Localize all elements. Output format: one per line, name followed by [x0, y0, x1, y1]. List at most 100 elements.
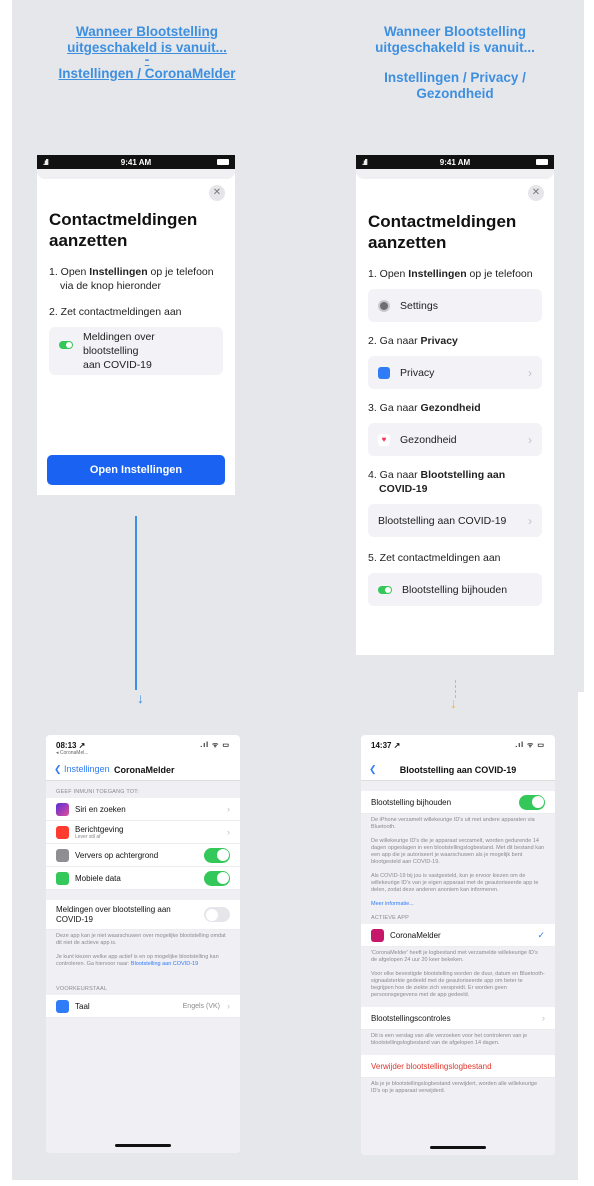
health-heart-icon: ♥	[378, 433, 390, 446]
exposure-note-1: Deze app kan je niet waarschuwen over mo…	[56, 933, 226, 946]
step-1-pre: 1. Open	[49, 266, 90, 278]
health-card[interactable]: ♥ Gezondheid ›	[368, 423, 542, 456]
background-refresh-toggle[interactable]	[204, 847, 230, 863]
nav-bar: ❮ Blootstelling aan COVID-19	[361, 759, 555, 781]
close-icon[interactable]: ✕	[209, 185, 225, 201]
chevron-right-icon: ›	[542, 1013, 545, 1023]
step-1-post: op je telefoon	[147, 266, 214, 278]
step-3-bold: Gezondheid	[420, 402, 481, 414]
open-settings-button[interactable]: Open Instellingen	[47, 455, 225, 485]
chevron-right-icon: ›	[528, 365, 532, 380]
antenna-icon	[56, 871, 69, 885]
section-header-access: GEEF INMUNI TOEGANG TOT:	[56, 789, 139, 795]
exposure-tracking-toggle[interactable]	[519, 794, 545, 810]
sheet-handle	[37, 169, 235, 179]
battery-icon	[536, 159, 548, 165]
status-time: 9:41 AM	[120, 158, 152, 167]
right-heading-line3: Instellingen / Privacy /	[384, 70, 526, 85]
exposure-toggle-card[interactable]: Meldingen over blootstelling aan COVID-1…	[49, 327, 223, 375]
sheet-title-line2: aanzetten	[368, 233, 447, 252]
step-5: 5. Zet contactmeldingen aan	[368, 552, 501, 564]
arrow-down-icon: ↓	[137, 690, 144, 706]
left-heading-line3: Instellingen / CoronaMelder	[58, 66, 236, 81]
exposure-settings-link[interactable]: Blootstelling aan COVID-19	[131, 961, 198, 967]
checkmark-icon: ✓	[537, 929, 545, 940]
right-heading-line4: Gezondheid	[416, 86, 494, 101]
corona-melder-settings-screen: 08:13 ↗ ◂ CoronaMel... .ıl ᯤ ▭ ❮ Instell…	[46, 735, 240, 1153]
exposure-settings-list: Blootstelling bijhouden De iPhone verzam…	[361, 781, 555, 1155]
status-time: 14:37 ↗	[371, 741, 401, 750]
active-app-info-2: Voor elke bevestigde blootstelling worde…	[371, 971, 545, 998]
row-notifications[interactable]: Berichtgeving Lever stil af ›	[46, 821, 240, 844]
home-indicator	[115, 1144, 171, 1147]
right-sheet-screen: .ıll 9:41 AM ✕ Contactmeldingen aanzette…	[356, 155, 554, 655]
settings-gear-icon	[378, 299, 390, 312]
page-background-cutout	[578, 692, 594, 1186]
privacy-card-label: Privacy	[400, 366, 435, 379]
toggle-icon	[59, 341, 73, 349]
step-1-bold: Instellingen	[89, 266, 148, 278]
row-notifications-label: Berichtgeving	[75, 824, 124, 834]
tracking-toggle-card[interactable]: Blootstelling bijhouden	[368, 573, 542, 606]
step-1-bold: Instellingen	[408, 268, 467, 280]
row-language[interactable]: Taal Engels (VK) ›	[46, 995, 240, 1018]
close-icon[interactable]: ✕	[528, 185, 544, 201]
row-notifications-sublabel: Lever stil af	[75, 833, 101, 840]
more-info-container: Meer informatie...	[361, 898, 555, 912]
exposure-notification-settings-screen: 14:37 ↗ .ıl ᯤ ▭ ❮ Blootstelling aan COVI…	[361, 735, 555, 1155]
status-indicators: .ıl ᯤ ▭	[515, 742, 545, 749]
mobile-data-toggle[interactable]	[204, 870, 230, 886]
step-4-pre: 4. Ga naar	[368, 469, 421, 481]
row-siri-label: Siri en zoeken	[75, 804, 126, 814]
battery-icon	[217, 159, 229, 165]
exposure-note-2: Je kunt kiezen welke app actief is en op…	[46, 951, 240, 972]
row-background-refresh[interactable]: Ververs op achtergrond	[46, 844, 240, 867]
sheet-handle	[356, 169, 554, 179]
chevron-right-icon: ›	[528, 432, 532, 447]
active-app-info-1: 'CoronaMelder' heeft je logbestand met v…	[371, 950, 538, 963]
row-siri[interactable]: Siri en zoeken ›	[46, 798, 240, 821]
nav-title: Blootstelling aan COVID-19	[399, 765, 517, 775]
row-exposure-checks-label: Blootstellingscontroles	[371, 1013, 451, 1023]
row-mobile-data[interactable]: Mobiele data	[46, 867, 240, 890]
right-heading-line2: uitgeschakeld is vanuit...	[375, 40, 535, 55]
sheet-title: Contactmeldingen aanzetten	[368, 211, 542, 253]
step-4: 4. Ga naar Blootstelling aan COVID-19	[368, 468, 542, 496]
row-exposure-tracking[interactable]: Blootstelling bijhouden	[361, 791, 555, 814]
chevron-right-icon: ›	[227, 1001, 230, 1011]
settings-card[interactable]: Settings	[368, 289, 542, 322]
step-1-pre: 1. Open	[368, 268, 409, 280]
section-header-active-app: ACTIEVE APP	[371, 915, 409, 921]
exposure-card[interactable]: Blootstelling aan COVID-19 ›	[368, 504, 542, 537]
delete-log-button[interactable]: Verwijder blootstellingslogbestand	[371, 1062, 492, 1071]
row-exposure-tracking-label: Blootstelling bijhouden	[371, 797, 452, 807]
siri-icon	[56, 802, 69, 816]
row-exposure-checks[interactable]: Blootstellingscontroles ›	[361, 1007, 555, 1030]
status-indicators: .ıl ᯤ ▭	[200, 742, 230, 749]
toggle-label-line1: Meldingen over blootstelling	[83, 331, 155, 357]
corona-melder-app-icon	[371, 928, 384, 942]
privacy-card[interactable]: Privacy ›	[368, 356, 542, 389]
row-delete-log[interactable]: Verwijder blootstellingslogbestand	[361, 1055, 555, 1078]
exposure-info-3: Als COVID-19 bij jou is vastgesteld, kun…	[371, 873, 539, 893]
step-1-line2: via de knop hieronder	[60, 280, 161, 292]
step-3-pre: 3. Ga naar	[368, 402, 421, 414]
left-heading-dash: -	[144, 52, 150, 67]
step-3: 3. Ga naar Gezondheid	[368, 401, 542, 415]
step-2-bold: Privacy	[420, 335, 458, 347]
notifications-icon	[56, 825, 69, 839]
exposure-notifications-toggle[interactable]	[204, 907, 230, 922]
more-info-link[interactable]: Meer informatie...	[371, 901, 414, 907]
back-button[interactable]: ❮ Instellingen	[54, 764, 110, 775]
globe-icon	[56, 999, 69, 1013]
row-background-refresh-label: Ververs op achtergrond	[75, 850, 159, 860]
exposure-info-1: De iPhone verzamelt willekeurige ID's ui…	[371, 817, 535, 830]
row-active-app[interactable]: CoronaMelder ✓	[361, 924, 555, 947]
row-language-value: Engels (VK)	[182, 1002, 220, 1010]
arrow-down-icon: ↓	[450, 695, 457, 711]
row-exposure-notifications[interactable]: Meldingen over blootstelling aan COVID-1…	[46, 900, 240, 930]
privacy-hand-icon	[378, 366, 390, 379]
exposure-info-2: De willekeurige ID's die je apparaat ver…	[371, 838, 545, 865]
chevron-right-icon: ›	[528, 513, 532, 528]
step-2: 2. Ga naar Privacy	[368, 334, 542, 348]
